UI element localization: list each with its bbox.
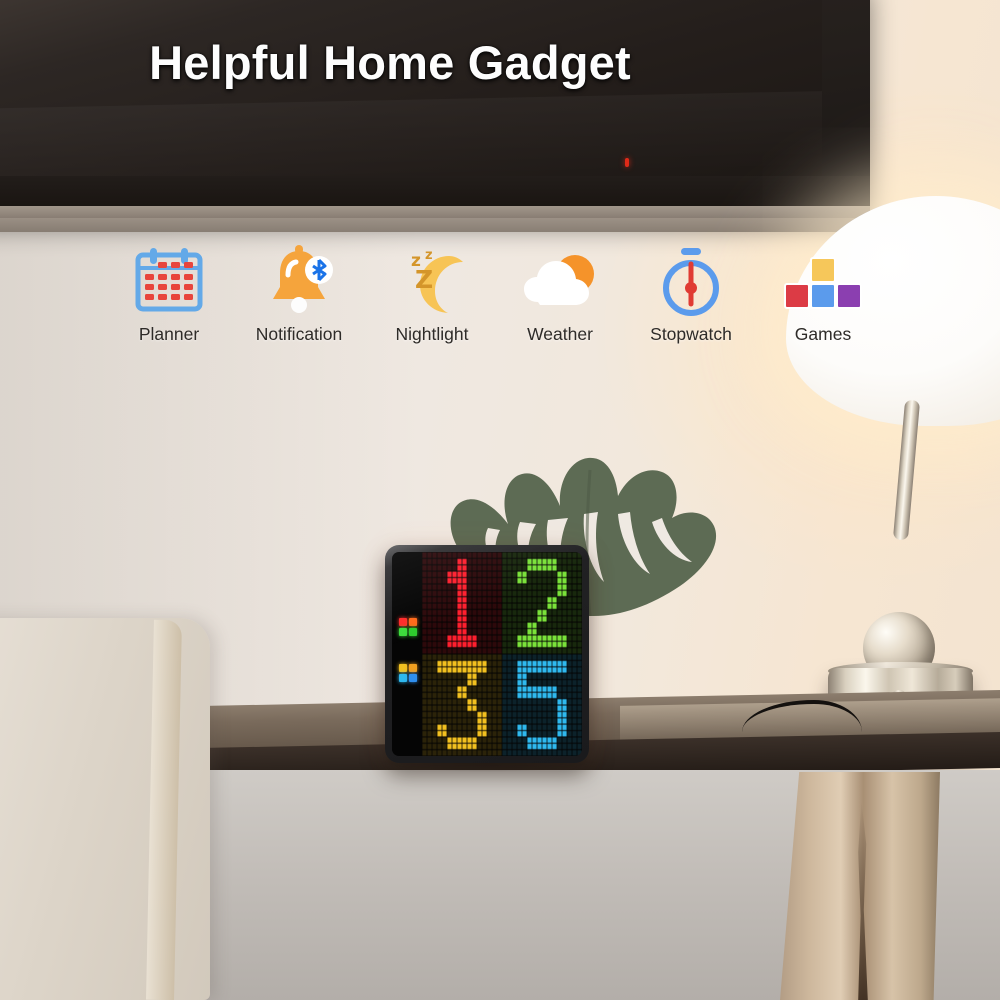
cloud-sun-icon (485, 240, 635, 322)
led-matrix (422, 552, 582, 756)
feature-icon-row: Planner Notification z z Z Nightlight We… (0, 240, 1000, 380)
side-indicator-top (399, 618, 421, 636)
page-title: Helpful Home Gadget (149, 36, 631, 89)
feature-weather[interactable]: Weather (485, 240, 635, 345)
feature-label: Stopwatch (650, 324, 732, 344)
tv-standby-led-icon (625, 158, 629, 167)
wall-mounted-tv: Helpful Home Gadget (0, 0, 870, 218)
feature-label: Notification (255, 324, 343, 344)
stopwatch-icon (616, 240, 766, 322)
side-indicator-bottom (399, 664, 421, 682)
feature-stopwatch[interactable]: Stopwatch (616, 240, 766, 345)
svg-text:z: z (425, 248, 433, 263)
feature-label: Planner (138, 324, 200, 344)
feature-planner[interactable]: Planner (94, 240, 244, 345)
side-indicator-leds (399, 618, 421, 710)
svg-text:Z: Z (415, 265, 433, 294)
feature-notification[interactable]: Notification (224, 240, 374, 345)
product-marketing-image: Helpful Home Gadget Planner Notification… (0, 0, 1000, 1000)
calendar-icon (94, 240, 244, 322)
tetris-blocks-icon (748, 240, 898, 322)
bell-bluetooth-icon (224, 240, 374, 322)
digit-quadrant-minute-tens (422, 654, 502, 756)
digit-quadrant-minute-ones (502, 654, 582, 756)
digit-quadrant-hour-tens (422, 552, 502, 654)
feature-games[interactable]: Games (748, 240, 898, 345)
wall-ledge (0, 206, 870, 232)
feature-label: Games (794, 324, 852, 344)
led-screen (392, 552, 582, 756)
feature-label: Weather (527, 324, 593, 344)
led-pixel-clock[interactable] (385, 545, 589, 763)
digit-quadrant-hour-ones (502, 552, 582, 654)
